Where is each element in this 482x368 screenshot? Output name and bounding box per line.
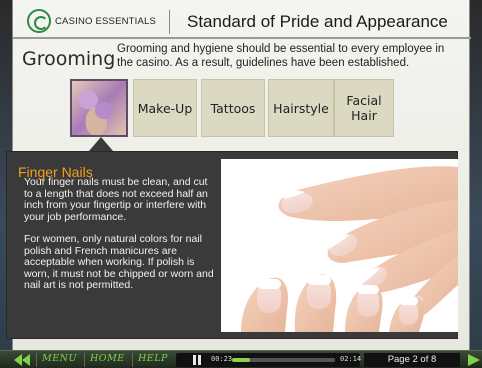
player-controls: MENU HOME HELP 00:23 02:14 Page 2 of 8 (0, 350, 482, 368)
home-button[interactable]: HOME (90, 353, 125, 364)
tab-label: Make-Up (137, 100, 193, 116)
panel-paragraph-2: For women, only natural colors for nail … (24, 233, 214, 291)
logo-text: CASINO ESSENTIALS (55, 15, 157, 27)
title-divider (169, 10, 170, 34)
page-title: Standard of Pride and Appearance (187, 12, 448, 31)
time-total: 02:14 (340, 355, 362, 363)
logo-icon (27, 9, 51, 33)
header-bar: CASINO ESSENTIALS Standard of Pride and … (13, 4, 471, 36)
panel-text: Your finger nails must be clean, and cut… (24, 176, 214, 303)
help-button[interactable]: HELP (138, 353, 168, 364)
control-separator (132, 353, 133, 367)
tab-facial-hair[interactable]: Facial Hair (334, 79, 394, 137)
tab-tattoos[interactable]: Tattoos (201, 79, 265, 137)
finger-nails-photo (221, 159, 458, 332)
tab-label: Hairstyle (273, 100, 329, 116)
progress-slider[interactable] (232, 358, 335, 362)
french-manicure-hand-illustration (221, 159, 458, 332)
panel-paragraph-1: Your finger nails must be clean, and cut… (24, 176, 208, 223)
tab-finger-nails-thumbnail[interactable] (70, 79, 128, 137)
pause-icon[interactable] (193, 355, 201, 365)
next-page-icon[interactable] (468, 354, 480, 366)
tab-label: Tattoos (210, 100, 256, 116)
tab-label-line1: Facial (346, 93, 382, 108)
control-separator (84, 353, 85, 367)
control-separator (36, 353, 37, 367)
time-current: 00:23 (211, 355, 233, 363)
tab-label-line2: Hair (351, 108, 377, 123)
logo: CASINO ESSENTIALS (27, 8, 156, 34)
tab-hairstyle[interactable]: Hairstyle (268, 79, 334, 137)
page-indicator: Page 2 of 8 (364, 353, 460, 367)
intro-text: Grooming and hygiene should be essential… (117, 43, 445, 69)
rewind-icon[interactable] (14, 354, 30, 366)
tab-make-up[interactable]: Make-Up (133, 79, 197, 137)
progress-fill (232, 358, 250, 362)
selected-tab-pointer (89, 137, 113, 151)
header-rule (13, 37, 471, 39)
section-heading: Grooming (22, 48, 116, 70)
menu-button[interactable]: MENU (42, 353, 77, 364)
